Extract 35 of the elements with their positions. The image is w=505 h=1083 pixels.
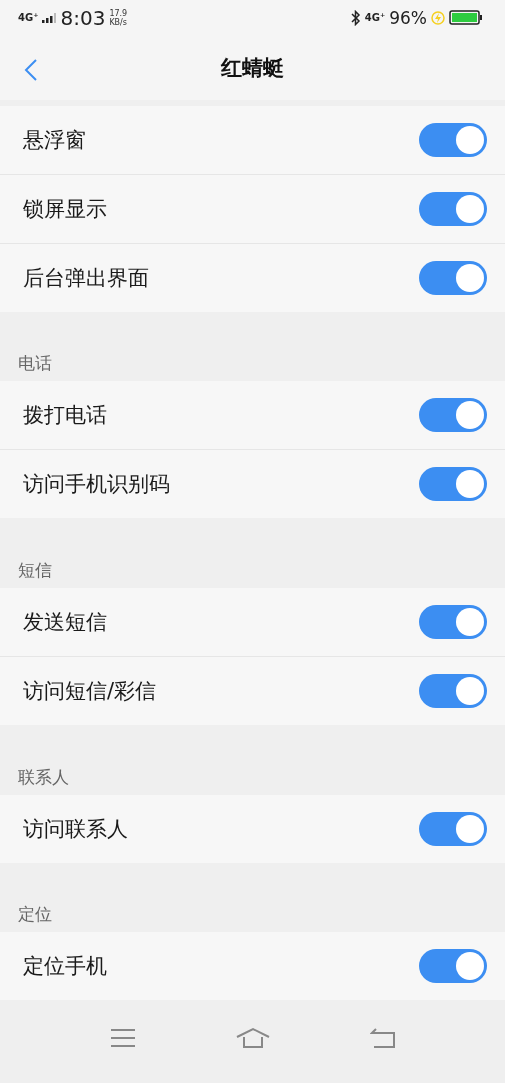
toggle-switch[interactable] bbox=[419, 949, 487, 984]
page-title: 红蜻蜓 bbox=[221, 54, 284, 82]
toggle-switch[interactable] bbox=[419, 260, 487, 295]
setting-label: 访问短信/彩信 bbox=[23, 677, 157, 705]
toggle-switch[interactable] bbox=[419, 604, 487, 639]
setting-label: 定位手机 bbox=[23, 953, 107, 981]
section-header: 定位 bbox=[17, 903, 53, 927]
menu-icon[interactable] bbox=[109, 1027, 136, 1048]
setting-label: 拨打电话 bbox=[23, 402, 107, 430]
signal-icon bbox=[42, 12, 57, 23]
clock-time: 8:03 bbox=[60, 5, 106, 30]
network-speed: 17.9 KB/s bbox=[109, 8, 128, 27]
section-header: 短信 bbox=[17, 559, 53, 582]
toggle-switch[interactable] bbox=[419, 122, 487, 157]
setting-label: 后台弹出界面 bbox=[23, 264, 149, 292]
toggle-switch[interactable] bbox=[419, 398, 487, 433]
charging-icon bbox=[431, 10, 445, 25]
setting-label: 悬浮窗 bbox=[23, 126, 86, 154]
toggle-switch[interactable] bbox=[419, 191, 487, 226]
return-icon[interactable] bbox=[369, 1026, 396, 1049]
bluetooth-icon bbox=[350, 9, 361, 26]
battery-percent: 96% bbox=[389, 7, 427, 28]
setting-label: 发送短信 bbox=[23, 608, 107, 636]
setting-label: 锁屏显示 bbox=[23, 195, 107, 223]
toggle-switch[interactable] bbox=[419, 467, 487, 502]
battery-icon bbox=[449, 10, 483, 26]
section-header: 电话 bbox=[17, 352, 53, 376]
setting-label: 访问手机识别码 bbox=[23, 471, 170, 499]
section-header: 联系人 bbox=[17, 765, 70, 789]
network-indicator: 4G⁺ bbox=[18, 12, 39, 24]
setting-label: 访问联系人 bbox=[23, 815, 128, 843]
home-icon[interactable] bbox=[234, 1026, 271, 1049]
toggle-switch[interactable] bbox=[419, 811, 487, 846]
network-indicator: 4G⁺ bbox=[364, 12, 386, 24]
toggle-switch[interactable] bbox=[419, 673, 487, 708]
